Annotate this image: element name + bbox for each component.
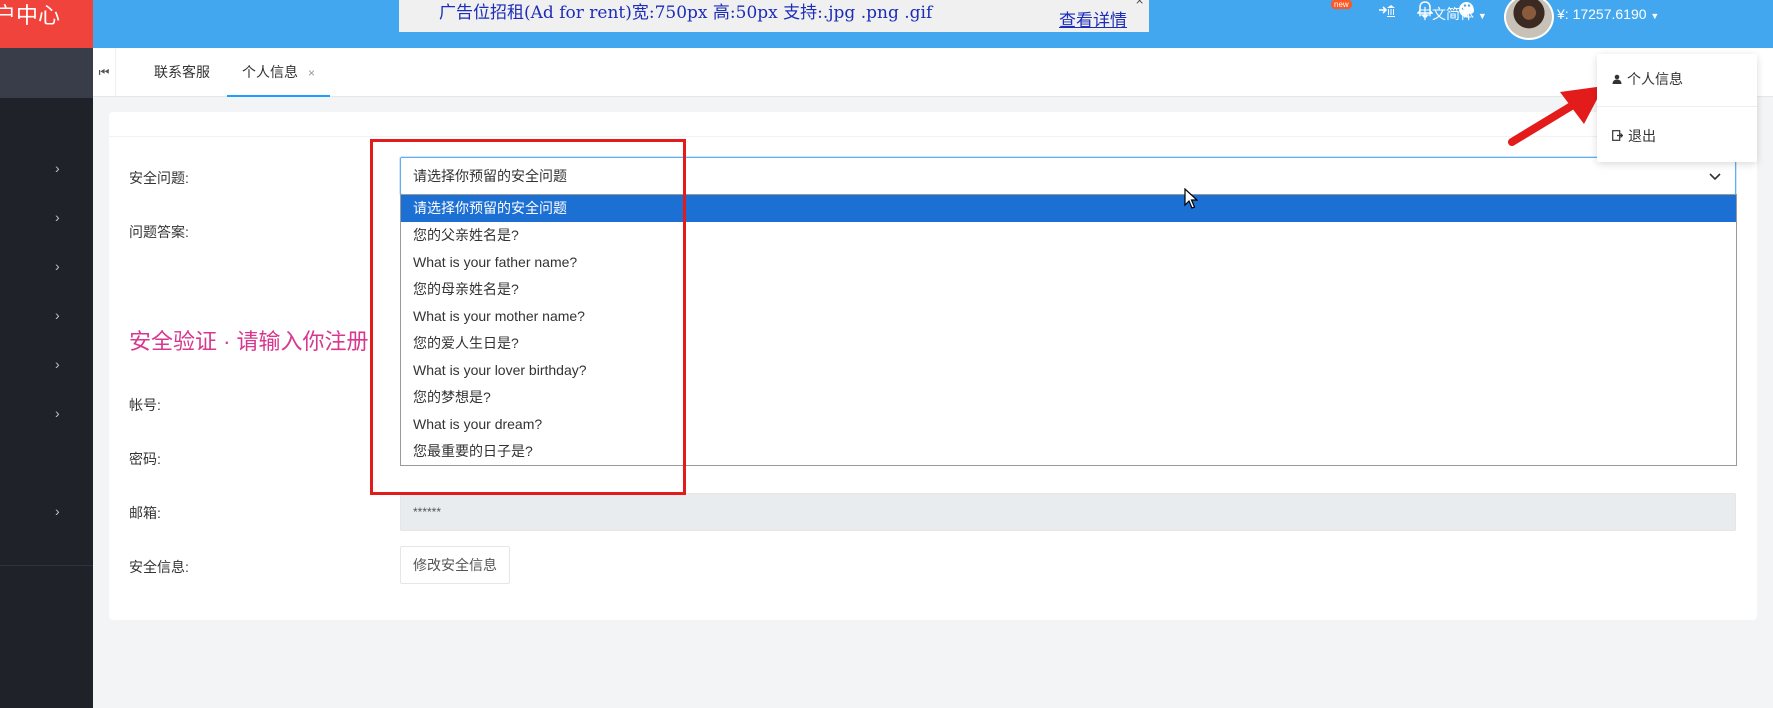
dropdown-option[interactable]: 您的爱人生日是? (401, 330, 1736, 357)
logout-icon (1612, 130, 1624, 144)
answer-label: 问题答案: (129, 224, 189, 240)
balance-menu[interactable]: ¥: 17257.6190 ▼ (1557, 0, 1659, 28)
close-icon[interactable]: × (308, 66, 315, 80)
tab-label: 联系客服 (154, 64, 210, 80)
menu-item-logout[interactable]: 退出 (1612, 126, 1656, 146)
ad-close-icon[interactable]: × (1135, 0, 1144, 7)
dropdown-option[interactable]: 您的父亲姓名是? (401, 222, 1736, 249)
select-value: 请选择你预留的安全问题 (413, 168, 567, 184)
button-label: 修改安全信息 (413, 557, 497, 573)
email-value: ****** (413, 505, 442, 519)
new-badge: new (1331, 0, 1352, 9)
chevron-down-icon (1709, 158, 1721, 194)
user-icon (1612, 74, 1622, 87)
security-question-label: 安全问题: (129, 170, 189, 186)
chevron-right-icon[interactable]: › (55, 504, 67, 518)
chevron-right-icon[interactable]: › (55, 357, 67, 371)
user-menu: 个人信息 退出 (1597, 54, 1757, 162)
dropdown-option[interactable]: 您的梦想是? (401, 384, 1736, 411)
menu-item-profile[interactable]: 个人信息 (1612, 69, 1683, 89)
tab-customer-service[interactable]: 联系客服 (154, 48, 210, 97)
chevron-right-icon[interactable]: › (55, 406, 67, 420)
dropdown-option[interactable]: 请选择你预留的安全问题 (401, 195, 1736, 222)
caret-down-icon: ▼ (1650, 11, 1660, 21)
ad-details-link[interactable]: 查看详情 (1059, 6, 1127, 31)
logo[interactable]: 户中心 (0, 0, 93, 48)
language-label: 中文简体 (1418, 6, 1474, 22)
tab-first-icon[interactable]: ⏮ (93, 48, 116, 96)
menu-label: 个人信息 (1627, 71, 1683, 87)
password-label: 密码: (129, 451, 161, 467)
ad-text: 广告位招租(Ad for rent)宽:750px 高:50px 支持:.jpg… (439, 3, 933, 23)
annotation-arrow-icon (1508, 86, 1604, 146)
sidebar-divider (0, 565, 93, 566)
dropdown-option[interactable]: 您最重要的日子是? (401, 438, 1736, 465)
tab-personal-info[interactable]: 个人信息 × (227, 48, 331, 97)
chevron-right-icon[interactable]: › (55, 259, 67, 273)
chevron-right-icon[interactable]: › (55, 308, 67, 322)
menu-label: 退出 (1628, 128, 1656, 144)
ad-banner[interactable]: 广告位招租(Ad for rent)宽:750px 高:50px 支持:.jpg… (399, 0, 1149, 32)
logout-bank-icon[interactable] (1378, 0, 1396, 28)
security-heading: 安全验证 · 请输入你注册 (129, 329, 369, 354)
account-label: 帐号: (129, 397, 161, 413)
menu-divider (1597, 106, 1757, 107)
dropdown-option[interactable]: What is your lover birthday? (401, 357, 1736, 384)
security-question-dropdown: 请选择你预留的安全问题 您的父亲姓名是? What is your father… (400, 194, 1737, 466)
mouse-cursor-icon (1184, 188, 1198, 209)
sidebar-item-active[interactable] (0, 48, 93, 98)
language-selector[interactable]: 中文简体 ▼ (1418, 0, 1487, 28)
dropdown-option[interactable]: What is your father name? (401, 249, 1736, 276)
chevron-right-icon[interactable]: › (55, 210, 67, 224)
dropdown-option[interactable]: What is your dream? (401, 411, 1736, 438)
security-question-select[interactable]: 请选择你预留的安全问题 (400, 157, 1736, 195)
modify-security-button[interactable]: 修改安全信息 (400, 546, 510, 584)
email-field: ****** (400, 493, 1736, 531)
sidebar: 户中心 › › › › › › › (0, 0, 93, 708)
security-info-label: 安全信息: (129, 559, 189, 575)
dropdown-option[interactable]: What is your mother name? (401, 303, 1736, 330)
email-label: 邮箱: (129, 505, 161, 521)
chevron-right-icon[interactable]: › (55, 161, 67, 175)
tab-label: 个人信息 (242, 64, 298, 80)
caret-down-icon: ▼ (1477, 11, 1487, 21)
dropdown-option[interactable]: 您的母亲姓名是? (401, 276, 1736, 303)
logo-text: 户中心 (0, 3, 61, 28)
balance-text: ¥: 17257.6190 (1557, 6, 1647, 22)
